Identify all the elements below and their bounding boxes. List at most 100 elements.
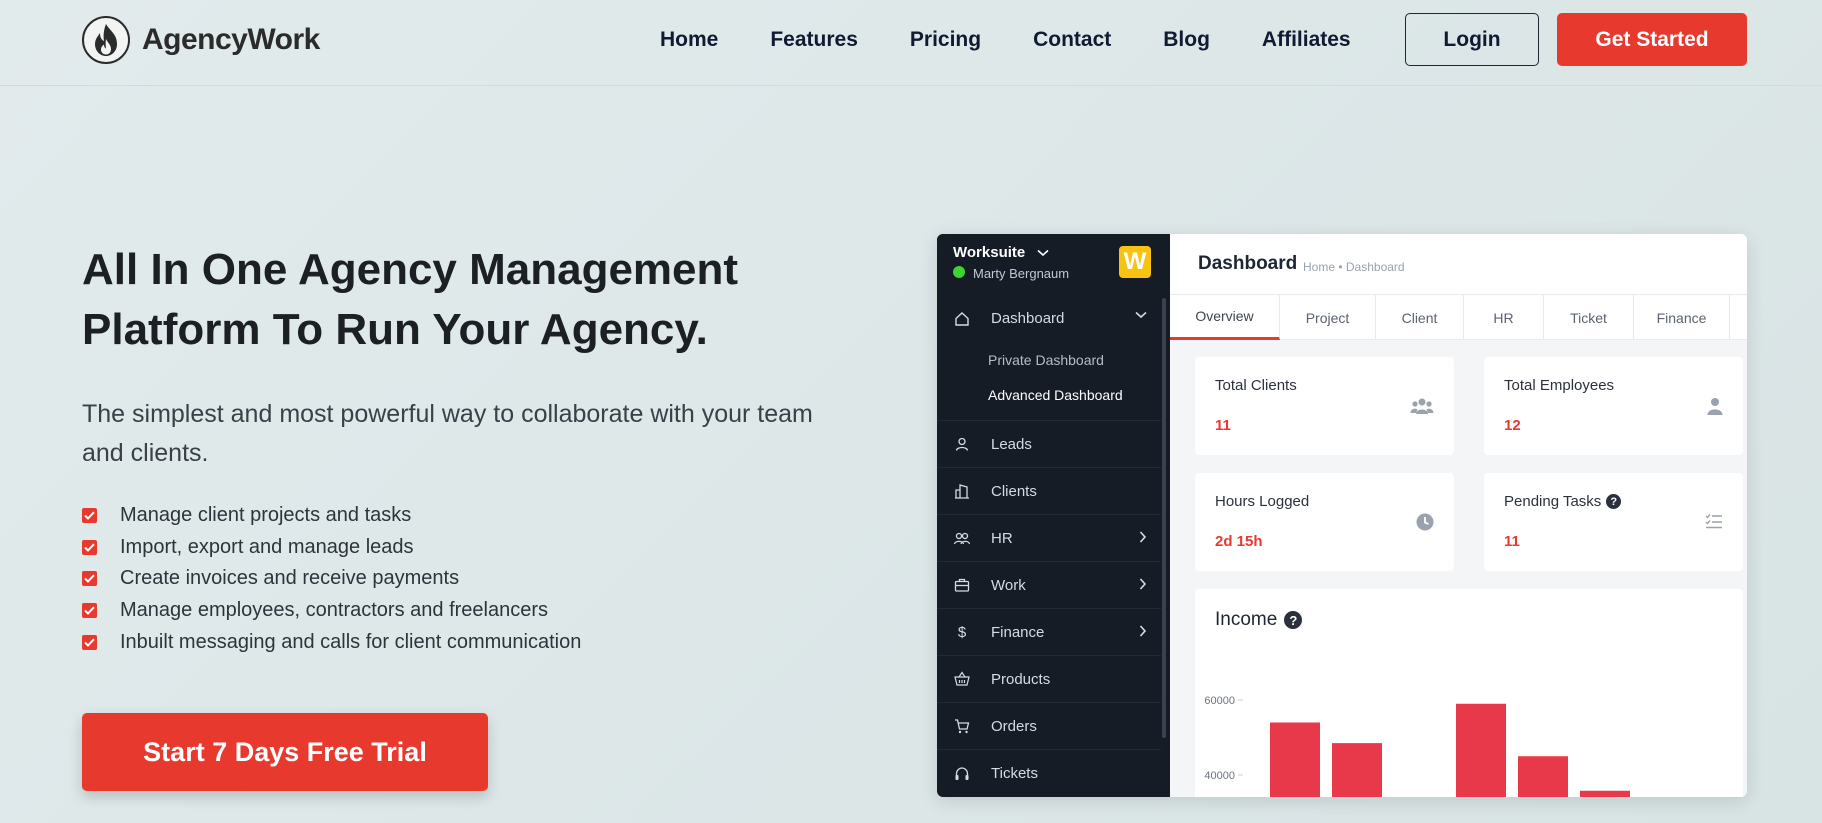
question-icon[interactable]: ? — [1606, 494, 1622, 509]
card-label: Hours Logged — [1215, 493, 1310, 510]
top-nav: AgencyWork Home Features Pricing Contact… — [0, 0, 1822, 86]
hours-logged-card[interactable]: Hours Logged 2d 15h — [1195, 473, 1454, 571]
card-label-text: Pending Tasks — [1504, 493, 1602, 510]
tab-hr[interactable]: HR — [1464, 295, 1544, 340]
dashboard-tabs: Overview Project Client HR Ticket Financ… — [1170, 294, 1747, 340]
feature-item: Inbuilt messaging and calls for client c… — [82, 626, 581, 658]
chevron-right-icon — [1139, 578, 1147, 590]
income-bar[interactable] — [1456, 703, 1506, 797]
flame-icon — [82, 16, 130, 64]
tab-project[interactable]: Project — [1280, 295, 1376, 340]
tab-finance[interactable]: Finance — [1634, 295, 1730, 340]
app-sidebar: Worksuite Marty Bergnaum W Dashboard Pri… — [937, 234, 1170, 797]
tab-ticket[interactable]: Ticket — [1544, 295, 1634, 340]
sidebar-scrollbar[interactable] — [1162, 298, 1166, 738]
headset-icon — [953, 765, 971, 783]
feature-text: Manage employees, contractors and freela… — [120, 599, 549, 622]
income-bar[interactable] — [1580, 790, 1630, 797]
user-icon — [1707, 397, 1723, 420]
cart-icon — [953, 717, 971, 735]
building-icon — [953, 482, 971, 500]
app-main: Dashboard Home • Dashboard Overview Proj… — [1170, 234, 1747, 797]
nav-pricing[interactable]: Pricing — [910, 28, 981, 52]
page-header: Dashboard Home • Dashboard — [1170, 234, 1747, 294]
basket-icon — [953, 670, 971, 688]
sidebar-item-label: Leads — [991, 435, 1032, 453]
user-name: Marty Bergnaum — [973, 266, 1070, 281]
nav-links: Home Features Pricing Contact Blog Affil… — [660, 28, 1403, 52]
feature-list: Manage client projects and tasks Import,… — [82, 500, 581, 658]
nav-contact[interactable]: Contact — [1033, 28, 1111, 52]
nav-blog[interactable]: Blog — [1163, 28, 1210, 52]
get-started-button[interactable]: Get Started — [1557, 13, 1747, 66]
breadcrumb[interactable]: Home • Dashboard — [1303, 260, 1405, 274]
card-label: Total Employees — [1504, 377, 1615, 394]
task-list-icon — [1705, 513, 1723, 534]
sidebar-item-clients[interactable]: Clients — [937, 468, 1161, 515]
tab-overview[interactable]: Overview — [1170, 295, 1280, 340]
brand-logo[interactable]: AgencyWork — [82, 16, 320, 64]
sidebar-item-work[interactable]: Work — [937, 562, 1161, 609]
feature-item: Manage client projects and tasks — [82, 500, 581, 532]
sidebar-subitem-private-dashboard[interactable]: Private Dashboard — [988, 352, 1104, 368]
card-value: 12 — [1504, 417, 1521, 434]
sidebar-item-orders[interactable]: Orders — [937, 703, 1161, 750]
card-value: 11 — [1504, 533, 1520, 550]
feature-item: Create invoices and receive payments — [82, 563, 581, 595]
workspace-header: Worksuite Marty Bergnaum W — [937, 234, 1170, 292]
card-value: 2d 15h — [1215, 533, 1263, 550]
sidebar-item-tickets[interactable]: Tickets — [937, 750, 1161, 797]
sidebar-item-label: HR — [991, 529, 1013, 547]
income-bar[interactable] — [1270, 722, 1320, 798]
sidebar-item-leads[interactable]: Leads — [937, 421, 1161, 468]
chevron-right-icon — [1139, 625, 1147, 637]
hero-title: All In One Agency Management Platform To… — [82, 240, 862, 360]
income-bar[interactable] — [1332, 743, 1382, 797]
nav-features[interactable]: Features — [770, 28, 858, 52]
pending-tasks-card[interactable]: Pending Tasks? 11 — [1484, 473, 1743, 571]
people-icon — [953, 529, 971, 547]
workspace-switcher[interactable]: Worksuite — [953, 244, 1049, 261]
sidebar-item-hr[interactable]: HR — [937, 515, 1161, 562]
sidebar-item-label: Work — [991, 576, 1026, 594]
sidebar-item-label: Products — [991, 670, 1051, 688]
y-tick-label: 60000 — [1204, 695, 1235, 707]
sidebar-item-finance[interactable]: $ Finance — [937, 609, 1161, 656]
income-chart: 60000 40000 — [1204, 695, 1630, 798]
workspace-logo: W — [1119, 246, 1151, 278]
chevron-down-icon — [1037, 249, 1049, 257]
sidebar-item-products[interactable]: Products — [937, 656, 1161, 703]
sidebar-item-label: Tickets — [991, 765, 1038, 782]
total-clients-card[interactable]: Total Clients 11 — [1195, 357, 1454, 455]
checkbox-icon — [82, 539, 97, 555]
sidebar-item-dashboard[interactable]: Dashboard — [937, 295, 1161, 342]
total-employees-card[interactable]: Total Employees 12 — [1484, 357, 1743, 455]
tab-client[interactable]: Client — [1376, 295, 1464, 340]
income-chart-card: Income? 60000 40000 — [1195, 589, 1743, 797]
login-button[interactable]: Login — [1405, 13, 1539, 66]
income-bar[interactable] — [1518, 756, 1568, 797]
feature-text: Manage client projects and tasks — [120, 504, 412, 527]
sidebar-subitem-advanced-dashboard[interactable]: Advanced Dashboard — [988, 387, 1123, 403]
checkbox-icon — [82, 603, 97, 619]
online-status-icon — [953, 266, 965, 278]
dollar-icon: $ — [957, 623, 967, 641]
sidebar-item-label: Clients — [991, 482, 1037, 500]
home-icon — [953, 310, 971, 328]
clock-icon — [1416, 513, 1434, 536]
hero-subtitle: The simplest and most powerful way to co… — [82, 400, 813, 467]
y-tick-label: 40000 — [1204, 770, 1235, 782]
card-label: Pending Tasks? — [1504, 493, 1622, 510]
dashboard-preview: Worksuite Marty Bergnaum W Dashboard Pri… — [937, 234, 1747, 797]
briefcase-icon — [953, 576, 971, 594]
free-trial-button[interactable]: Start 7 Days Free Trial — [82, 713, 488, 791]
users-icon — [1410, 397, 1434, 420]
nav-home[interactable]: Home — [660, 28, 718, 52]
feature-text: Inbuilt messaging and calls for client c… — [120, 630, 582, 653]
feature-item: Import, export and manage leads — [82, 532, 581, 564]
hero-title-line2: Platform To Run Your Agency. — [82, 305, 708, 354]
nav-affiliates[interactable]: Affiliates — [1262, 28, 1351, 52]
feature-item: Manage employees, contractors and freela… — [82, 595, 581, 627]
user-icon — [953, 435, 971, 453]
chevron-right-icon — [1139, 531, 1147, 543]
